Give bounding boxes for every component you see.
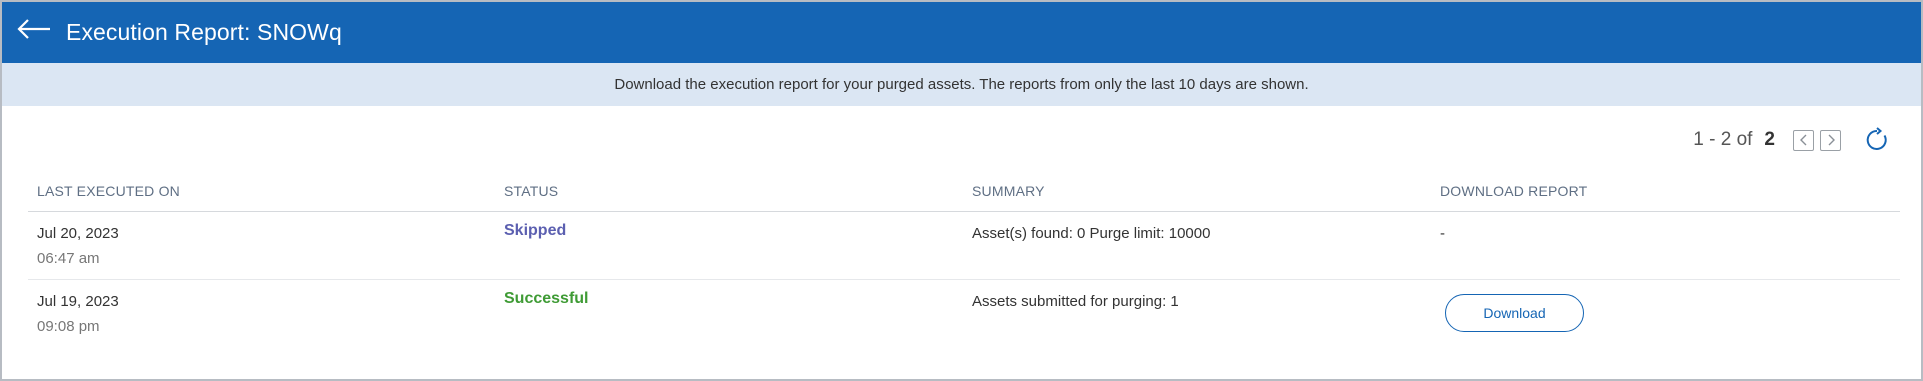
- download-unavailable: -: [1440, 225, 1445, 242]
- status-successful: Successful: [504, 290, 589, 307]
- page-header: Execution Report: SNOWq: [2, 2, 1921, 63]
- refresh-icon[interactable]: [1863, 126, 1891, 154]
- pagination: 1 - 2 of 2: [1693, 126, 1891, 154]
- pagination-range: 1 - 2 of: [1693, 129, 1753, 150]
- page-title: Execution Report: SNOWq: [66, 19, 342, 45]
- column-header-summary[interactable]: SUMMARY: [972, 183, 1045, 199]
- arrow-left-icon[interactable]: [16, 16, 52, 46]
- status-skipped: Skipped: [504, 222, 567, 239]
- column-header-status[interactable]: STATUS: [504, 183, 558, 199]
- chevron-left-icon[interactable]: [1793, 129, 1814, 151]
- execution-time: 06:47 am: [37, 250, 100, 267]
- execution-date: Jul 20, 2023: [37, 225, 119, 242]
- chevron-right-icon[interactable]: [1820, 129, 1841, 151]
- table-row: Jul 20, 2023 06:47 am Skipped Asset(s) f…: [28, 212, 1900, 280]
- execution-time: 09:08 pm: [37, 318, 100, 335]
- summary-text: Asset(s) found: 0 Purge limit: 10000: [972, 225, 1211, 242]
- summary-text: Assets submitted for purging: 1: [972, 293, 1179, 310]
- column-header-download-report[interactable]: DOWNLOAD REPORT: [1440, 183, 1587, 199]
- table-row: Jul 19, 2023 09:08 pm Successful Assets …: [28, 280, 1900, 348]
- report-window: Execution Report: SNOWq Download the exe…: [0, 0, 1923, 381]
- execution-table: LAST EXECUTED ON STATUS SUMMARY DOWNLOAD…: [28, 176, 1900, 348]
- table-header: LAST EXECUTED ON STATUS SUMMARY DOWNLOAD…: [28, 176, 1900, 212]
- pagination-total: 2: [1764, 129, 1775, 150]
- info-banner-text: Download the execution report for your p…: [614, 76, 1309, 93]
- download-button[interactable]: Download: [1445, 294, 1584, 332]
- column-header-last-executed[interactable]: LAST EXECUTED ON: [37, 183, 180, 199]
- execution-date: Jul 19, 2023: [37, 293, 119, 310]
- info-banner: Download the execution report for your p…: [2, 63, 1921, 106]
